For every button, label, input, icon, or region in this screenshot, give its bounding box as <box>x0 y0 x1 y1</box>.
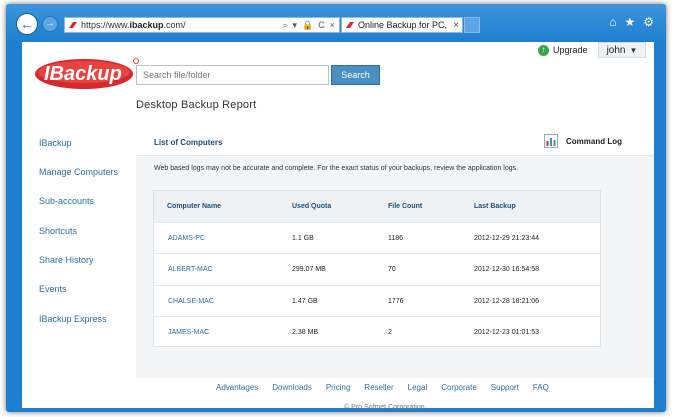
refresh-icon[interactable]: C <box>318 20 325 31</box>
forward-button[interactable]: → <box>42 16 58 32</box>
chevron-down-icon: ▼ <box>629 45 638 55</box>
upgrade-label: Upgrade <box>553 45 588 55</box>
table-row: ALBERT-MAC 299.07 MB 70 2012-12-30 16:54… <box>154 253 600 284</box>
table-row: CHALSE-MAC 1.47 GB 1776 2012-12-28 18:21… <box>154 285 600 316</box>
address-url[interactable]: https://www.ibackup.com/ <box>81 20 282 30</box>
home-icon[interactable]: ⌂ <box>609 15 616 29</box>
page-content: IBackup Search ↑ Upgrade john ▼ Desktop … <box>22 42 654 411</box>
column-header-computer-name: Computer Name <box>167 203 222 210</box>
tab-title: Online Backup for PC, Mac ... <box>358 20 450 30</box>
last-backup: 2012-12-30 16:54:58 <box>474 266 539 273</box>
computers-table: Computer Name Used Quota File Count Last… <box>153 190 601 347</box>
footer-link-corporate[interactable]: Corporate <box>441 383 477 392</box>
footer-link-faq[interactable]: FAQ <box>533 383 549 392</box>
last-backup: 2012-12-28 18:21:06 <box>474 298 539 305</box>
browser-toolbar: ← → https://www.ibackup.com/ ⌕ ▾ 🔒 C × O… <box>6 4 666 42</box>
last-backup: 2012-12-29 21:23:44 <box>474 235 539 242</box>
footer-link-pricing[interactable]: Pricing <box>326 383 350 392</box>
upgrade-link[interactable]: ↑ Upgrade <box>538 43 588 57</box>
file-count: 2 <box>388 329 392 336</box>
sidebar-item-shortcuts[interactable]: Shortcuts <box>39 226 77 236</box>
gear-icon[interactable]: ⚙ <box>643 15 654 29</box>
upgrade-arrow-icon: ↑ <box>538 44 549 56</box>
column-header-file-count: File Count <box>388 203 423 210</box>
page-title: Desktop Backup Report <box>136 99 257 111</box>
table-row: ADAMS-PC 1.1 GB 1186 2012-12-29 21:23:44 <box>154 222 600 253</box>
search-icon[interactable]: ⌕ <box>282 20 287 31</box>
sidebar-item-share-history[interactable]: Share History <box>39 255 94 265</box>
footer-link-legal[interactable]: Legal <box>408 383 428 392</box>
browser-window: ← → https://www.ibackup.com/ ⌕ ▾ 🔒 C × O… <box>6 4 666 412</box>
dropdown-icon[interactable]: ▾ <box>292 20 297 31</box>
footer-link-support[interactable]: Support <box>491 383 519 392</box>
column-header-last-backup: Last Backup <box>474 203 516 210</box>
copyright: © Pro Softnet Corporation <box>344 404 425 411</box>
address-bar[interactable]: https://www.ibackup.com/ ⌕ ▾ 🔒 C × <box>64 17 340 33</box>
sidebar-item-ibackup[interactable]: IBackup <box>39 138 72 148</box>
arrow-left-icon: ← <box>20 16 34 32</box>
footer-links: Advantages Downloads Pricing Reseller Le… <box>216 383 549 392</box>
footer-link-advantages[interactable]: Advantages <box>216 383 258 392</box>
computer-name-link[interactable]: ADAMS-PC <box>168 235 205 242</box>
svg-text:IBackup: IBackup <box>44 63 122 85</box>
user-name: john <box>606 44 626 56</box>
lock-icon[interactable]: 🔒 <box>302 20 313 31</box>
sidebar-item-ibackup-express[interactable]: IBackup Express <box>39 314 107 324</box>
column-header-used-quota: Used Quota <box>292 203 332 210</box>
computers-panel: List of Computers Command Log Web based … <box>136 128 654 378</box>
computer-name-link[interactable]: JAMES-MAC <box>168 329 209 336</box>
file-count: 70 <box>388 266 396 273</box>
sidebar-item-events[interactable]: Events <box>39 284 67 294</box>
file-count: 1776 <box>388 298 404 305</box>
tab-close-icon[interactable]: × <box>450 20 462 31</box>
file-count: 1186 <box>388 235 404 242</box>
arrow-right-icon: → <box>45 18 55 29</box>
sidebar-item-sub-accounts[interactable]: Sub-accounts <box>39 196 94 206</box>
last-backup: 2012-12-23 01:01:53 <box>474 329 539 336</box>
stop-icon[interactable]: × <box>330 20 335 31</box>
used-quota: 2.38 MB <box>292 329 319 336</box>
star-icon[interactable]: ★ <box>624 15 635 29</box>
bar-chart-icon <box>544 134 558 148</box>
footer-link-downloads[interactable]: Downloads <box>272 383 312 392</box>
back-button[interactable]: ← <box>16 13 38 35</box>
browser-tab[interactable]: Online Backup for PC, Mac ... × <box>341 17 463 33</box>
table-header: Computer Name Used Quota File Count Last… <box>154 191 600 222</box>
ibackup-favicon-icon <box>69 22 77 28</box>
used-quota: 299.07 MB <box>292 266 326 273</box>
search-input[interactable] <box>136 65 329 85</box>
command-log-button[interactable]: Command Log <box>544 134 622 148</box>
computer-name-link[interactable]: CHALSE-MAC <box>168 298 214 305</box>
sidebar-item-manage-computers[interactable]: Manage Computers <box>39 167 118 177</box>
used-quota: 1.47 GB <box>292 298 318 305</box>
logs-notice: Web based logs may not be accurate and c… <box>154 165 519 172</box>
footer-link-reseller[interactable]: Reseller <box>364 383 393 392</box>
command-log-label: Command Log <box>566 136 622 146</box>
ibackup-favicon-icon <box>346 22 354 28</box>
list-of-computers-title[interactable]: List of Computers <box>154 138 222 147</box>
table-row: JAMES-MAC 2.38 MB 2 2012-12-23 01:01:53 <box>154 316 600 347</box>
panel-header: List of Computers Command Log <box>136 128 654 156</box>
used-quota: 1.1 GB <box>292 235 314 242</box>
user-menu[interactable]: john ▼ <box>598 42 646 58</box>
search-button[interactable]: Search <box>331 65 380 85</box>
new-tab-button[interactable] <box>464 17 480 33</box>
ibackup-logo[interactable]: IBackup <box>32 53 140 93</box>
computer-name-link[interactable]: ALBERT-MAC <box>168 266 213 273</box>
